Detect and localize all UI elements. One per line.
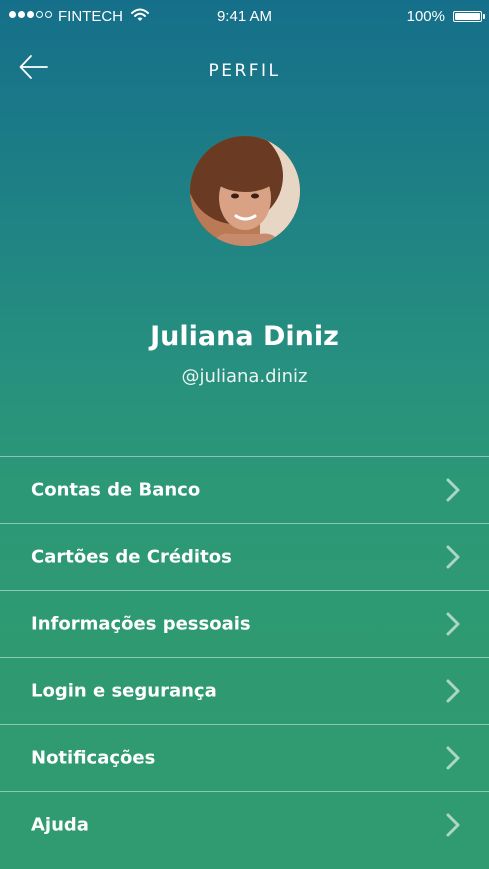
profile-menu: Contas de Banco Cartões de Créditos Info… xyxy=(0,456,489,869)
avatar[interactable] xyxy=(190,136,300,246)
profile-handle: @juliana.diniz xyxy=(181,366,308,387)
menu-item-label: Notificações xyxy=(31,747,156,769)
battery-tip xyxy=(483,14,485,19)
battery-percentage: 100% xyxy=(406,8,445,25)
chevron-right-icon xyxy=(446,813,460,837)
chevron-right-icon xyxy=(446,679,460,703)
chevron-right-icon xyxy=(446,612,460,636)
profile-name: Juliana Diniz xyxy=(150,321,339,352)
menu-item-label: Login e segurança xyxy=(31,680,217,702)
profile-screen: FINTECH 9:41 AM 100% PERFIL Juliana Dini… xyxy=(0,0,489,869)
menu-item-label: Cartões de Créditos xyxy=(31,546,232,568)
menu-item-label: Informações pessoais xyxy=(31,613,251,635)
menu-item-ajuda[interactable]: Ajuda xyxy=(0,791,489,858)
chevron-right-icon xyxy=(446,478,460,502)
avatar-photo xyxy=(190,136,300,246)
menu-item-login-e-seguranca[interactable]: Login e segurança xyxy=(0,657,489,724)
menu-item-label: Ajuda xyxy=(31,814,89,836)
chevron-right-icon xyxy=(446,545,460,569)
status-bar: FINTECH 9:41 AM 100% xyxy=(0,0,489,34)
menu-item-notificacoes[interactable]: Notificações xyxy=(0,724,489,791)
menu-item-contas-de-banco[interactable]: Contas de Banco xyxy=(0,456,489,523)
menu-item-label: Contas de Banco xyxy=(31,479,201,501)
page-title: PERFIL xyxy=(208,61,281,81)
menu-item-informacoes-pessoais[interactable]: Informações pessoais xyxy=(0,590,489,657)
chevron-right-icon xyxy=(446,746,460,770)
battery-icon xyxy=(453,11,482,22)
menu-item-cartoes-de-creditos[interactable]: Cartões de Créditos xyxy=(0,523,489,590)
